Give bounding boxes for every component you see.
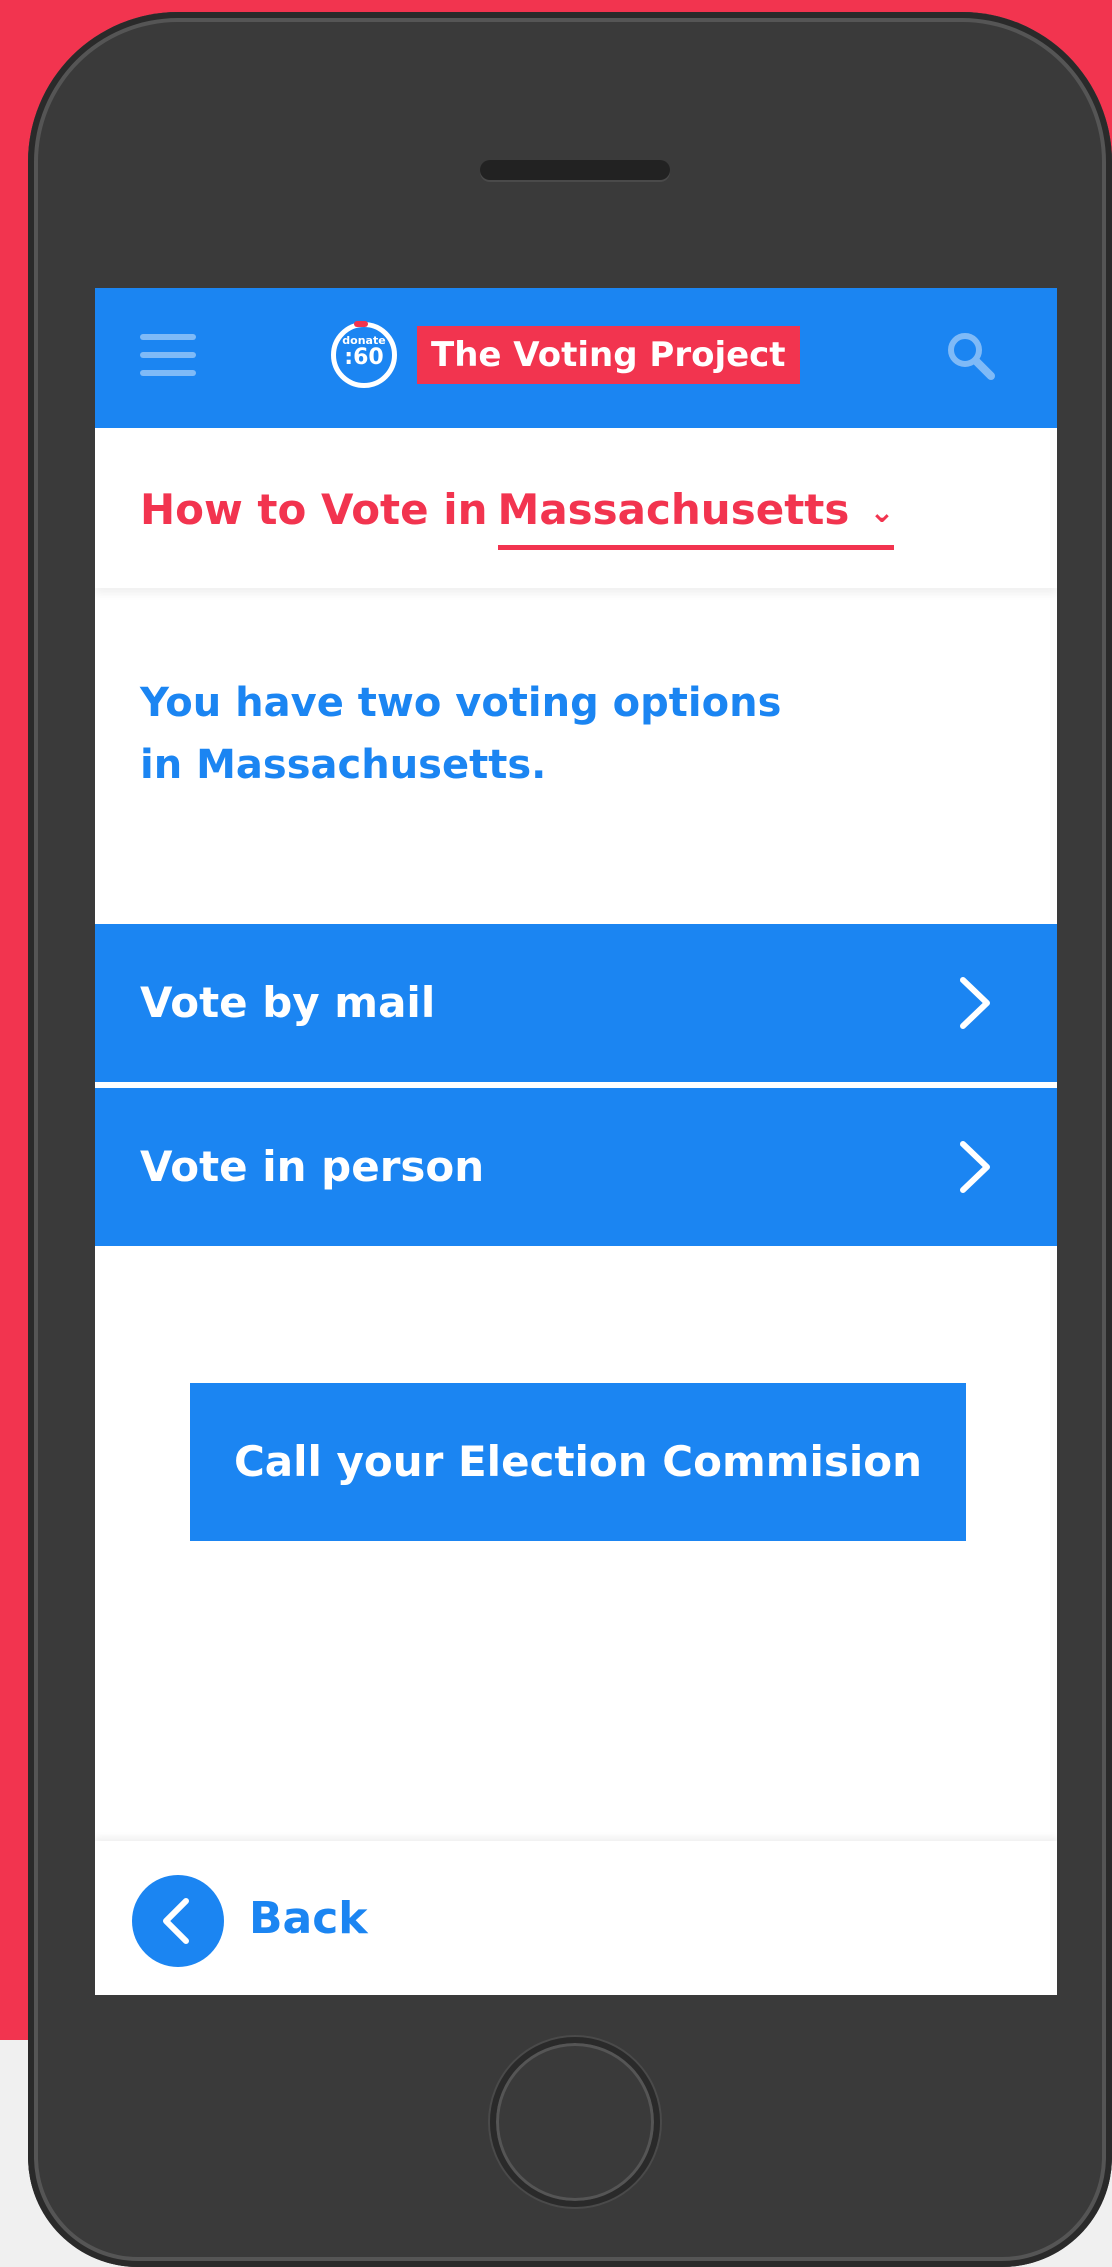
state-heading: How to Vote in Massachusetts ⌄ (140, 480, 895, 550)
option-vote-by-mail[interactable]: Vote by mail (95, 924, 1057, 1082)
option-label: Vote by mail (140, 978, 436, 1027)
badge-big-text: :60 (344, 345, 384, 370)
back-link[interactable]: Back (249, 1889, 368, 1949)
state-dropdown[interactable]: Massachusetts ⌄ (497, 480, 895, 550)
state-heading-prefix: How to Vote in (140, 485, 488, 534)
chevron-right-icon (960, 1141, 990, 1193)
site-title[interactable]: The Voting Project (417, 326, 800, 384)
back-button[interactable] (132, 1875, 224, 1967)
intro-text: You have two voting options in Massachus… (140, 672, 960, 796)
call-election-commission-button[interactable]: Call your Election Commision (190, 1383, 966, 1541)
chevron-down-icon: ⌄ (869, 494, 895, 530)
app-screen: donate :60 The Voting Project How to Vot… (95, 288, 1057, 1995)
intro-line-1: You have two voting options (140, 680, 782, 726)
badge-arc (354, 321, 368, 327)
app-header: donate :60 The Voting Project (95, 288, 1057, 428)
intro-line-2: in Massachusetts. (140, 742, 547, 788)
chevron-right-icon (960, 977, 990, 1029)
phone-speaker (480, 160, 670, 180)
state-dropdown-value: Massachusetts (497, 485, 850, 534)
chevron-left-icon (163, 1898, 189, 1944)
menu-icon[interactable] (140, 334, 196, 378)
footer-bar: Back (95, 1841, 1057, 1995)
search-icon[interactable] (945, 330, 997, 382)
option-label: Vote in person (140, 1142, 485, 1191)
state-selector-bar: How to Vote in Massachusetts ⌄ (95, 428, 1057, 588)
phone-home-button[interactable] (490, 2037, 660, 2207)
option-vote-in-person[interactable]: Vote in person (95, 1088, 1057, 1246)
donate-badge[interactable]: donate :60 (331, 321, 397, 388)
